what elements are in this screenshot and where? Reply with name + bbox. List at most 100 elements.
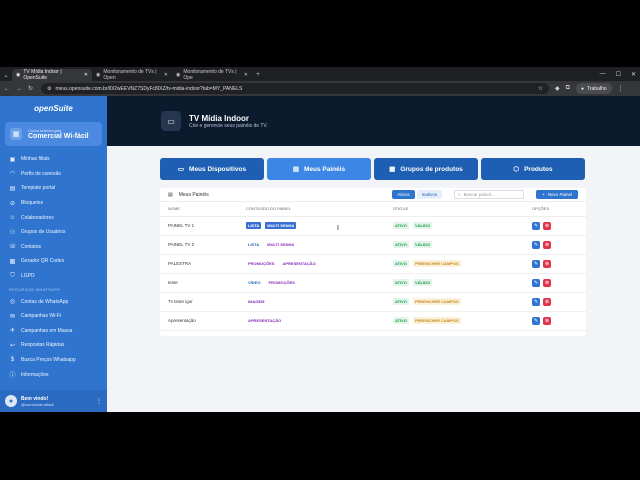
sidebar-item-template-portal[interactable]: ▤ Template portal — [0, 181, 107, 196]
edit-icon[interactable]: ✎ — [532, 278, 540, 287]
delete-icon[interactable]: ⊗ — [543, 278, 551, 287]
table-row[interactable]: teste VÍDEO PROMOÇÕES ATIVO VÁLIDO ✎ ⊗ — [160, 273, 586, 293]
content-chip: IMAGEM — [248, 299, 265, 304]
content-chip: MULTI SENHA — [265, 222, 297, 229]
delete-icon[interactable]: ⊗ — [543, 240, 551, 249]
panel-name: teste — [160, 273, 238, 293]
status-badge: VÁLIDO — [412, 222, 433, 229]
qr-icon: ▩ — [9, 258, 16, 265]
profile-avatar-icon: ● — [580, 85, 584, 92]
tab-grupos-produtos[interactable]: ▦ Grupos de produtos — [374, 158, 478, 180]
delete-icon[interactable]: ⊗ — [543, 297, 551, 306]
tab-search-icon[interactable]: ⌄ — [0, 69, 12, 81]
status-badge: PREENCHER CAMPOS — [412, 317, 461, 324]
forward-icon[interactable]: → — [16, 86, 22, 92]
price-icon: $ — [10, 357, 15, 364]
main-tabs: ▭ Meus Dispositivos ▤ Meus Painéis ▦ Grupos… — [160, 158, 585, 180]
sidebar-item-contatos[interactable]: ☏ Contatos — [0, 240, 107, 255]
filter-active-button[interactable]: Ativos — [392, 190, 415, 199]
edit-icon[interactable]: ✎ — [532, 221, 540, 230]
browser-tab-1[interactable]: ◉ TV Mídia Indoor | OpenSuite ✕ — [12, 69, 92, 81]
sidebar-item-contas-whatsapp[interactable]: ◎ Contas de WhatsApp — [0, 294, 107, 309]
sidebar-item-label: Bloqueios — [21, 200, 43, 207]
new-panel-label: Novo Painel — [547, 192, 572, 197]
panel-content: PROMOÇÕES APRESENTAÇÃO — [238, 254, 385, 274]
table-row[interactable]: PALESTRA PROMOÇÕES APRESENTAÇÃO ATIVO PREE… — [160, 254, 586, 274]
group-icon: ⚇ — [9, 229, 16, 236]
maximize-icon[interactable]: ☐ — [616, 71, 621, 78]
new-tab-button[interactable]: + — [252, 69, 264, 81]
sidebar-item-minhas-filiais[interactable]: ▣ Minhas filiais — [0, 152, 107, 167]
close-icon[interactable]: ✕ — [164, 72, 168, 78]
window-controls: — ☐ ✕ — [600, 67, 636, 81]
sidebar-item-informacoes[interactable]: ⓘ Informações — [0, 367, 107, 382]
browser-menu-icon[interactable]: ⋮ — [618, 85, 624, 92]
users-icon: ☺ — [9, 214, 16, 221]
bookmark-star-icon[interactable]: ☆ — [538, 85, 543, 92]
site-info-icon[interactable]: ⚙ — [47, 86, 51, 92]
panel-content: VÍDEO PROMOÇÕES — [238, 273, 385, 293]
tab-label: Grupos de produtos — [400, 165, 463, 173]
panel-status: ATIVO PREENCHER CAMPOS — [385, 292, 524, 312]
tab-meus-paineis[interactable]: ▤ Meus Painéis — [267, 158, 371, 180]
delete-icon[interactable]: ⊗ — [543, 221, 551, 230]
sidebar-item-campanhas-wifi[interactable]: ✉ Campanhas Wi-Fi — [0, 309, 107, 324]
close-icon[interactable]: ✕ — [84, 72, 88, 78]
close-icon[interactable]: ✕ — [244, 72, 248, 78]
filter-inactive-button[interactable]: Inativos — [416, 190, 443, 199]
minimize-icon[interactable]: — — [600, 71, 606, 77]
browser-tab-title: TV Mídia Indoor | OpenSuite — [23, 69, 62, 81]
delete-icon[interactable]: ⊗ — [543, 259, 551, 268]
delete-icon[interactable]: ⊗ — [543, 316, 551, 325]
sidebar-item-label: Grupos de Usuários — [21, 229, 66, 236]
panels-title: Meus Painéis — [178, 191, 209, 198]
sidebar-item-label: Respostas Rápidas — [21, 342, 65, 349]
extension-icon[interactable]: ◆ — [555, 85, 560, 92]
sidebar-item-grupos-usuarios[interactable]: ⚇ Grupos de Usuários — [0, 225, 107, 240]
sidebar-item-label: Informações — [21, 371, 49, 378]
status-badge: VÁLIDO — [412, 241, 433, 248]
panels-card: ▤ Meus Painéis Ativos Inativos ⌕ Buscar … — [160, 188, 586, 336]
url-bar[interactable]: ⚙ meus.opensuite.com.br/l0/2wEEVNZ7SDyFc… — [41, 83, 550, 94]
tab-label: Produtos — [524, 165, 553, 173]
sidebar-item-lgpd[interactable]: ⛉ LGPD — [0, 269, 107, 284]
sidebar-item-gerador-qr[interactable]: ▩ Gerador QR Codes — [0, 254, 107, 269]
panel-options: ✎ ⊗ — [524, 235, 586, 255]
panel-name: PAINEL TV 1 — [160, 216, 238, 236]
panel-options: ✎ ⊗ — [524, 254, 586, 274]
edit-icon[interactable]: ✎ — [532, 259, 540, 268]
profile-button[interactable]: ● Trabalho — [575, 83, 612, 94]
sidebar-item-busca-precos[interactable]: $ Busca Preços Whatsapp — [0, 353, 107, 368]
user-box[interactable]: ● Bem vindo! @comercial.wifacil ⋮ — [0, 390, 107, 412]
new-panel-button[interactable]: + Novo Painel — [536, 190, 578, 199]
extensions-puzzle-icon[interactable]: ⧉ — [566, 85, 570, 92]
tab-meus-dispositivos[interactable]: ▭ Meus Dispositivos — [160, 158, 264, 180]
account-selector[interactable]: ▦ Conta selecionada Comercial Wi-fácil — [5, 122, 102, 146]
edit-icon[interactable]: ✎ — [532, 316, 540, 325]
sidebar-menu-whatsapp: ◎ Contas de WhatsApp ✉ Campanhas Wi-Fi ✈ Ca… — [0, 294, 107, 382]
sidebar-item-campanhas-massa[interactable]: ✈ Campanhas em Massa — [0, 324, 107, 339]
search-input[interactable]: ⌕ Buscar painel... — [454, 190, 525, 199]
edit-icon[interactable]: ✎ — [532, 240, 540, 249]
sidebar-item-perfis-conexao[interactable]: ◠ Perfis de conexão — [0, 167, 107, 182]
panel-status: ATIVO VÁLIDO — [385, 216, 524, 236]
tab-produtos[interactable]: ⬡ Produtos — [481, 158, 585, 180]
sidebar-item-colaboradores[interactable]: ☺ Colaboradores — [0, 210, 107, 225]
sidebar-item-bloqueios[interactable]: ⊘ Bloqueios — [0, 196, 107, 211]
browser-tab-2[interactable]: ◉ Monitoramento de TVs | Open ✕ — [92, 69, 172, 81]
sidebar-item-label: Campanhas Wi-Fi — [21, 313, 62, 320]
reload-icon[interactable]: ↻ — [28, 85, 33, 92]
close-window-icon[interactable]: ✕ — [631, 71, 636, 78]
browser-tab-3[interactable]: ◉ Monitoramento de TVs | Ope ✕ — [172, 69, 252, 81]
more-options-icon[interactable]: ⋮ — [96, 398, 102, 405]
panel-status: ATIVO PREENCHER CAMPOS — [385, 254, 524, 274]
back-icon[interactable]: ← — [4, 86, 10, 92]
sidebar-item-respostas-rapidas[interactable]: ↩ Respostas Rápidas — [0, 338, 107, 353]
edit-icon[interactable]: ✎ — [532, 297, 540, 306]
sidebar-item-label: Minhas filiais — [21, 156, 50, 163]
table-row[interactable]: Tv teste igor IMAGEM ATIVO PREENCHER CAMP… — [160, 292, 586, 312]
table-row[interactable]: PAINEL TV 2 LISTA MULTI SENHA ATIVO VÁLIDO… — [160, 235, 586, 255]
table-row[interactable]: PAINEL TV 1 LISTA MULTI SENHA ATIVO VÁLIDO… — [160, 216, 586, 236]
status-badge: ATIVO — [393, 241, 409, 248]
table-row[interactable]: Apresentação APRESENTAÇÃO ATIVO PREENCHER… — [160, 311, 586, 331]
